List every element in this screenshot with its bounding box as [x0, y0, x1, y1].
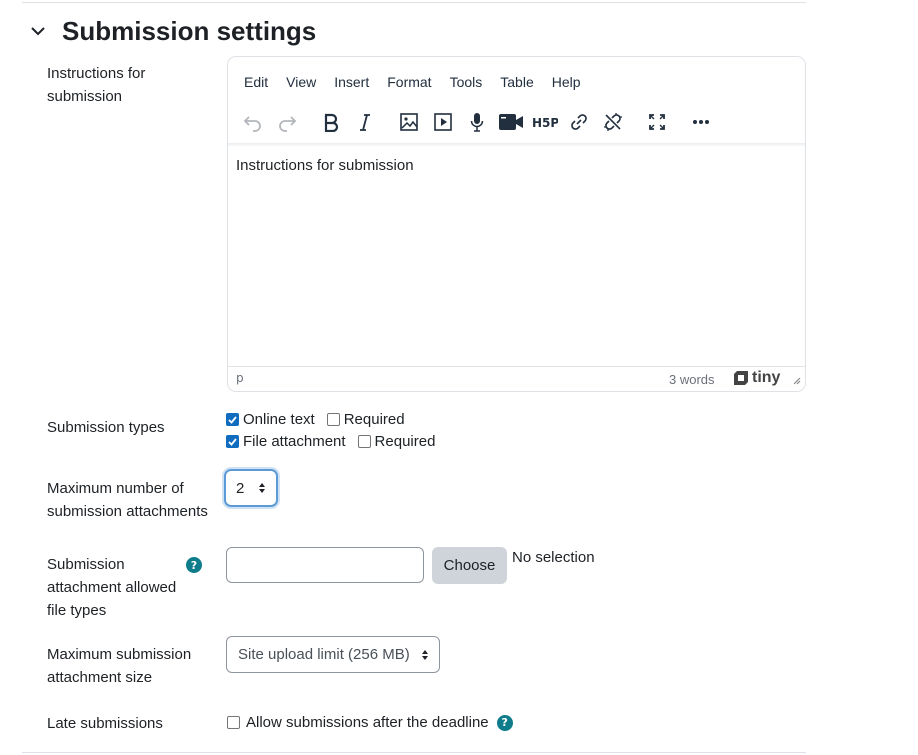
checkmark-icon — [228, 415, 237, 424]
online-text-checkbox[interactable] — [226, 413, 239, 426]
help-icon[interactable]: ? — [186, 557, 202, 573]
file-attachment-required-checkbox[interactable] — [357, 435, 371, 448]
max-attachments-label: Maximum number of submission attachments — [47, 480, 208, 520]
select-arrows-icon — [259, 483, 265, 493]
undo-icon[interactable] — [236, 107, 270, 137]
menu-format[interactable]: Format — [379, 71, 439, 93]
file-types-input[interactable] — [226, 547, 424, 583]
file-attachment-label[interactable]: File attachment — [243, 433, 346, 450]
late-submissions-checkbox[interactable] — [227, 716, 240, 729]
file-attachment-required-label[interactable]: Required — [375, 433, 436, 450]
submission-types-label: Submission types — [47, 419, 165, 436]
menu-edit[interactable]: Edit — [236, 71, 276, 93]
media-icon[interactable] — [426, 107, 460, 137]
online-text-label[interactable]: Online text — [243, 411, 315, 428]
online-text-required-checkbox[interactable] — [326, 413, 340, 426]
max-size-select[interactable]: Site upload limit (256 MB) — [226, 636, 440, 673]
max-attachments-value: 2 — [236, 479, 245, 497]
editor-content[interactable]: Instructions for submission — [236, 157, 791, 362]
menu-insert[interactable]: Insert — [326, 71, 377, 93]
toolbar-shadow — [228, 143, 805, 147]
menu-tools[interactable]: Tools — [442, 71, 491, 93]
section-title: Submission settings — [62, 15, 317, 46]
late-submissions-checkbox-label[interactable]: Allow submissions after the deadline — [246, 714, 489, 731]
video-camera-icon[interactable] — [494, 107, 528, 137]
more-icon[interactable] — [684, 107, 718, 137]
bold-icon[interactable] — [314, 107, 348, 137]
link-icon[interactable] — [562, 107, 596, 137]
menu-help[interactable]: Help — [544, 71, 589, 93]
chevron-down-icon[interactable] — [28, 21, 48, 41]
checkmark-icon — [228, 437, 237, 446]
tiny-logo-icon — [734, 371, 748, 385]
online-text-row: Online text Required — [226, 411, 405, 428]
instructions-label: Instructions for submission — [47, 65, 146, 105]
max-size-value: Site upload limit (256 MB) — [238, 646, 410, 663]
select-arrows-icon — [422, 650, 428, 660]
max-size-label: Maximum submission attachment size — [47, 646, 192, 686]
late-help-icon[interactable]: ? — [496, 714, 513, 731]
file-types-status: No selection — [512, 549, 595, 566]
top-divider — [22, 2, 806, 3]
editor-menubar: Edit View Insert Format Tools Table Help — [236, 71, 591, 93]
editor-statusbar: p 3 words tiny — [228, 366, 805, 391]
rich-text-editor: Edit View Insert Format Tools Table Help — [227, 56, 806, 392]
section-header[interactable]: Submission settings — [28, 14, 316, 48]
tiny-brand[interactable]: tiny — [733, 369, 780, 387]
unlink-icon[interactable] — [596, 107, 630, 137]
microphone-icon[interactable] — [460, 107, 494, 137]
choose-button[interactable]: Choose — [432, 547, 507, 584]
fullscreen-icon[interactable] — [640, 107, 674, 137]
italic-icon[interactable] — [348, 107, 382, 137]
menu-view[interactable]: View — [278, 71, 324, 93]
file-attachment-row: File attachment Required — [226, 433, 435, 450]
svg-text:H5P: H5P — [532, 116, 558, 130]
h5p-icon[interactable]: H5P — [528, 107, 562, 137]
late-submissions-label: Late submissions — [47, 715, 163, 732]
bottom-divider — [22, 752, 806, 753]
file-attachment-checkbox[interactable] — [226, 435, 239, 448]
editor-toolbar: H5P — [236, 107, 718, 137]
resize-handle-icon[interactable] — [791, 373, 801, 388]
file-types-label: Submission attachment allowed file types — [47, 556, 177, 619]
element-path[interactable]: p — [236, 371, 244, 385]
tiny-brand-text: tiny — [752, 369, 781, 386]
max-attachments-select[interactable]: 2 — [224, 469, 278, 507]
online-text-required-label[interactable]: Required — [344, 411, 405, 428]
word-count[interactable]: 3 words — [669, 372, 715, 387]
late-submissions-row: Allow submissions after the deadline ? — [226, 714, 513, 731]
redo-icon[interactable] — [270, 107, 304, 137]
menu-table[interactable]: Table — [492, 71, 541, 93]
image-icon[interactable] — [392, 107, 426, 137]
